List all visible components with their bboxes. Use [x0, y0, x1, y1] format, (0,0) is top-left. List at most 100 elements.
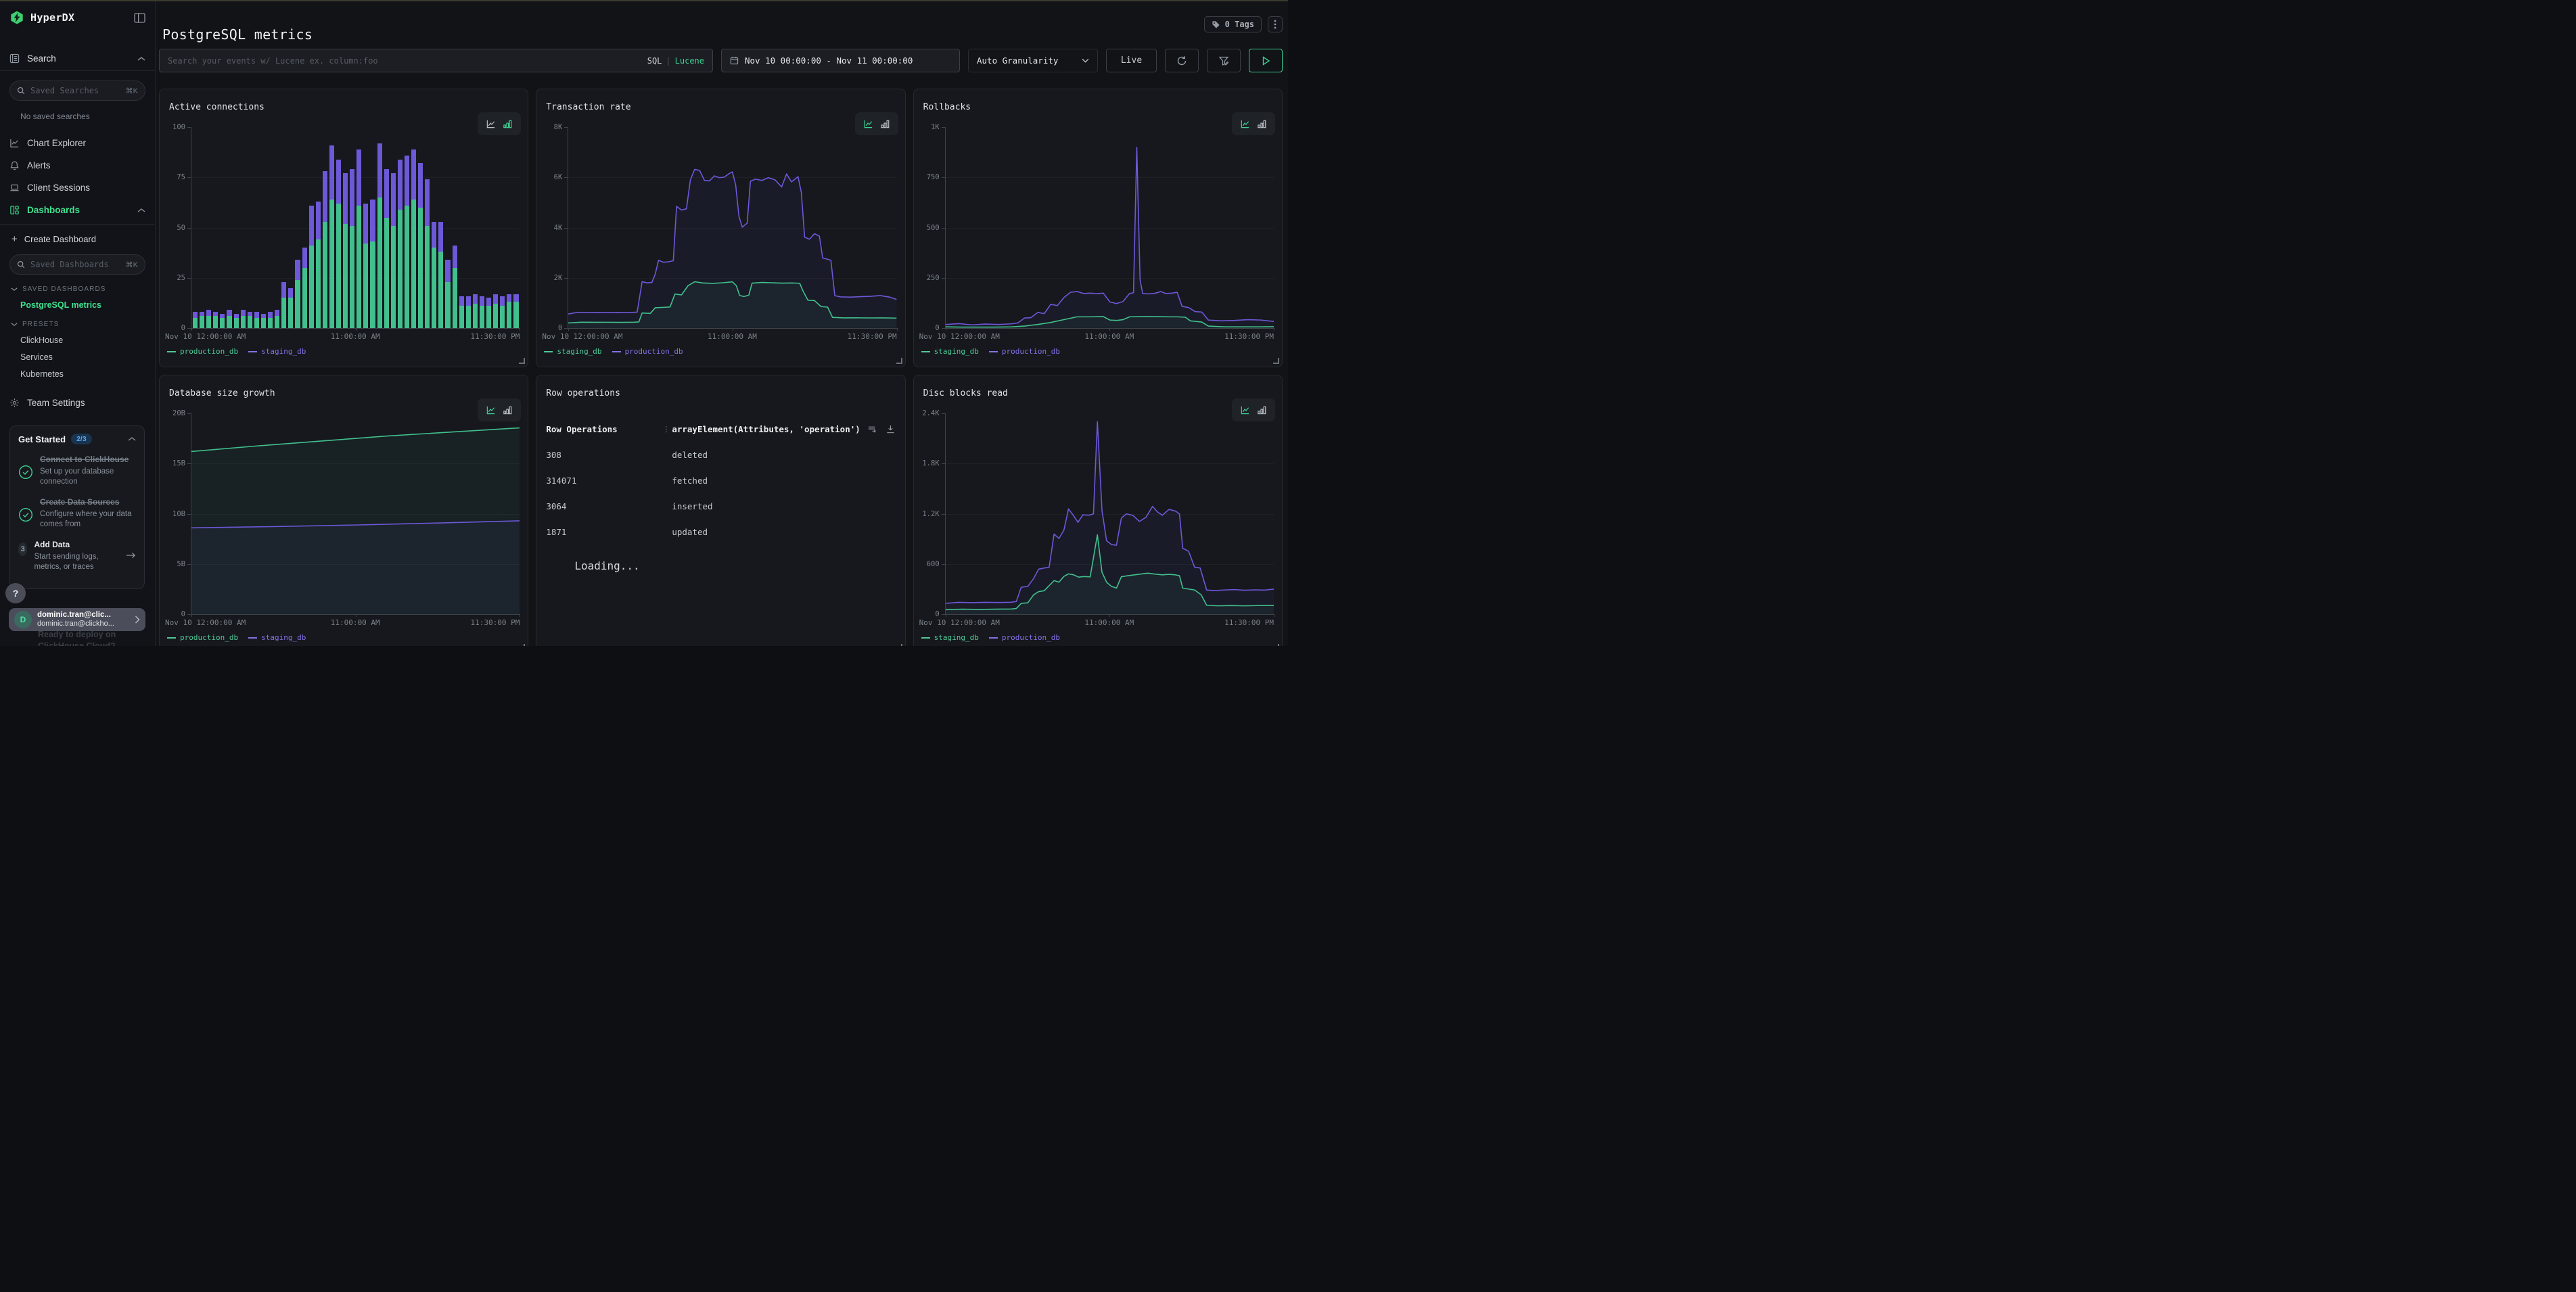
line-chart-toggle-icon[interactable]: [486, 119, 496, 129]
line-chart-toggle-icon[interactable]: [863, 119, 873, 129]
sidebar-section-search[interactable]: Search: [0, 53, 155, 64]
get-started-step-connect[interactable]: Connect to ClickHouse Set up your databa…: [18, 453, 136, 487]
presets-section-header[interactable]: PRESETS: [11, 321, 155, 328]
panel-resize-handle[interactable]: [519, 644, 525, 646]
table-cell: inserted: [672, 501, 895, 511]
bar-segment-staging: [493, 294, 498, 304]
chart-plot-area: [945, 413, 1274, 615]
event-search-input[interactable]: Search your events w/ Lucene ex. column:…: [159, 49, 713, 72]
sidebar-item-label: Client Sessions: [27, 183, 145, 193]
bar-segment-production: [418, 208, 423, 328]
saved-dashboards-section-header[interactable]: SAVED DASHBOARDS: [11, 285, 155, 293]
sidebar-item-dashboards[interactable]: Dashboards: [0, 199, 155, 221]
bar: [480, 127, 484, 328]
saved-searches-input[interactable]: Saved Searches ⌘K: [9, 80, 145, 101]
lucene-option[interactable]: Lucene: [675, 56, 704, 66]
bar-segment-staging: [480, 296, 484, 306]
bar-segment-production: [268, 318, 273, 328]
bar: [432, 127, 436, 328]
search-section-label: Search: [27, 53, 130, 64]
column-drag-handle-icon[interactable]: [662, 425, 672, 434]
chart-plot-area: [568, 127, 896, 329]
bar-segment-production: [370, 241, 375, 328]
play-icon: [1262, 56, 1270, 66]
panel-resize-handle[interactable]: [519, 358, 525, 364]
sidebar-preset-kubernetes[interactable]: Kubernetes: [20, 369, 155, 379]
bar-chart-toggle-icon[interactable]: [503, 119, 513, 129]
legend-label: staging_db: [934, 347, 979, 356]
legend-swatch: [921, 637, 930, 639]
sidebar-item-chart-explorer[interactable]: Chart Explorer: [0, 132, 155, 154]
bar-chart-toggle-icon[interactable]: [1257, 119, 1267, 129]
live-button[interactable]: Live: [1106, 49, 1157, 72]
avatar: D: [14, 611, 32, 628]
create-dashboard-button[interactable]: Create Dashboard: [0, 229, 155, 249]
table-cell: updated: [672, 527, 895, 537]
legend-item[interactable]: production_db: [989, 347, 1060, 356]
legend-item[interactable]: staging_db: [921, 347, 979, 356]
bar: [302, 127, 307, 328]
sidebar-preset-clickhouse[interactable]: ClickHouse: [20, 336, 155, 345]
bar: [513, 127, 518, 328]
query-language-toggle[interactable]: SQL|Lucene: [647, 56, 704, 66]
get-started-step-sources[interactable]: Create Data Sources Configure where your…: [18, 496, 136, 530]
line-chart-toggle-icon[interactable]: [1240, 405, 1250, 415]
kebab-icon: [1274, 20, 1276, 29]
legend-item[interactable]: staging_db: [544, 347, 601, 356]
sidebar-collapse-icon[interactable]: [134, 13, 145, 23]
panel-resize-handle[interactable]: [896, 644, 902, 646]
sidebar-preset-services[interactable]: Services: [20, 352, 155, 362]
legend-item[interactable]: production_db: [167, 633, 238, 642]
line-chart-toggle-icon[interactable]: [486, 405, 496, 415]
bar-segment-staging: [343, 173, 348, 223]
sidebar-item-alerts[interactable]: Alerts: [0, 154, 155, 177]
table-row: 314071fetched: [546, 476, 895, 486]
sidebar-item-client-sessions[interactable]: Client Sessions: [0, 177, 155, 199]
bar-segment-production: [281, 298, 286, 328]
legend-item[interactable]: staging_db: [921, 633, 979, 642]
team-settings-button[interactable]: Team Settings: [0, 398, 155, 408]
tags-button[interactable]: 0 Tags: [1204, 16, 1262, 32]
legend-item[interactable]: production_db: [167, 347, 238, 356]
bar-segment-production: [200, 316, 204, 328]
legend-item[interactable]: production_db: [989, 633, 1060, 642]
bar-segment-production: [241, 316, 246, 328]
panel-resize-handle[interactable]: [1273, 644, 1279, 646]
sidebar-item-label: Alerts: [27, 160, 145, 170]
panel-resize-handle[interactable]: [896, 358, 902, 364]
check-circle-icon: [18, 496, 33, 530]
date-range-picker[interactable]: Nov 10 00:00:00 - Nov 11 00:00:00: [721, 49, 960, 72]
reorder-columns-icon[interactable]: [867, 424, 877, 434]
saved-dashboards-input[interactable]: Saved Dashboards ⌘K: [9, 254, 145, 275]
get-started-step-add-data[interactable]: 3 Add Data Start sending logs, metrics, …: [18, 538, 136, 572]
chart-legend: production_db staging_db: [167, 633, 306, 642]
sql-option[interactable]: SQL: [647, 56, 662, 66]
background-text-line1: Ready to deploy on: [38, 630, 116, 639]
bar-segment-staging: [206, 310, 211, 316]
panel-resize-handle[interactable]: [1273, 358, 1279, 364]
chevron-up-icon[interactable]: [128, 436, 136, 442]
bar-segment-staging: [418, 163, 423, 207]
refresh-button[interactable]: [1165, 49, 1199, 72]
kebab-menu-button[interactable]: [1268, 16, 1283, 32]
bar: [336, 127, 341, 328]
run-query-button[interactable]: [1249, 49, 1283, 72]
download-icon[interactable]: [886, 424, 896, 434]
help-button[interactable]: ?: [5, 583, 26, 603]
y-axis-label: 50: [160, 224, 185, 232]
panel-title: Database size growth: [169, 388, 275, 398]
bar-chart-toggle-icon[interactable]: [503, 405, 513, 415]
filter-button[interactable]: [1207, 49, 1241, 72]
legend-item[interactable]: staging_db: [248, 633, 306, 642]
legend-item[interactable]: staging_db: [248, 347, 306, 356]
bar-segment-production: [288, 298, 293, 328]
legend-item[interactable]: production_db: [612, 347, 683, 356]
sidebar-dashboard-postgresql-metrics[interactable]: PostgreSQL metrics: [20, 300, 155, 310]
bar-chart-toggle-icon[interactable]: [880, 119, 890, 129]
bar-chart-toggle-icon[interactable]: [1257, 405, 1267, 415]
user-menu[interactable]: D dominic.tran@clic... dominic.tran@clic…: [9, 608, 145, 631]
search-section-icon: [9, 53, 20, 64]
bar-segment-production: [295, 280, 300, 328]
granularity-select[interactable]: Auto Granularity: [968, 49, 1098, 72]
line-chart-toggle-icon[interactable]: [1240, 119, 1250, 129]
